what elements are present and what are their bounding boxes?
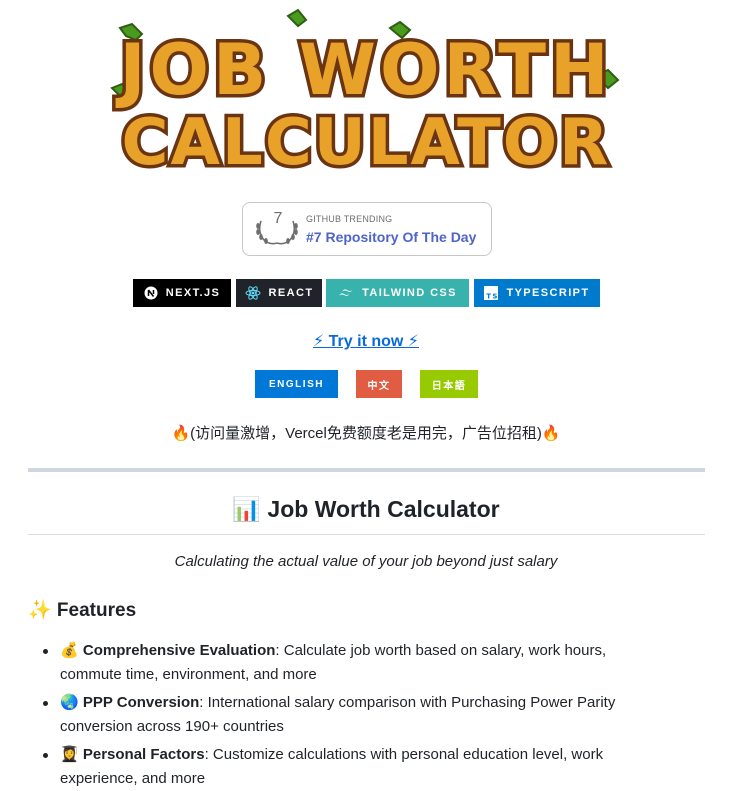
trending-label: GITHUB TRENDING xyxy=(306,214,393,224)
tailwind-badge-label: TAILWIND CSS xyxy=(362,287,457,299)
readme-page: JOB WORTH CALCULATOR 7 GITHUB TRENDING #… xyxy=(0,0,732,790)
feature-title: Personal Factors xyxy=(82,746,205,763)
nextjs-badge-label: NEXT.JS xyxy=(165,287,221,299)
typescript-badge-label: TYPESCRIPT xyxy=(506,287,590,299)
divider xyxy=(28,468,705,472)
heading-underline xyxy=(28,534,705,535)
features-heading: ✨ Features xyxy=(28,600,137,621)
laurel-icon xyxy=(256,220,298,245)
feature-title: Comprehensive Evaluation xyxy=(82,642,276,659)
react-badge-label: REACT xyxy=(268,287,314,299)
typescript-badge[interactable]: TS TYPESCRIPT xyxy=(474,279,600,307)
notice-text: 🔥(访问量激增，Vercel免费额度老是用完，广告位招租)🔥 xyxy=(171,425,561,442)
trending-title: #7 Repository Of The Day xyxy=(306,229,477,245)
page-title: 📊 Job Worth Calculator xyxy=(232,496,500,522)
react-badge[interactable]: REACT xyxy=(236,279,322,307)
logo-line-1: JOB WORTH xyxy=(115,29,612,111)
feature-emoji: 💰 xyxy=(60,642,79,659)
svg-text:TS: TS xyxy=(487,293,499,301)
try-it-now-link[interactable]: ⚡ Try it now ⚡ xyxy=(0,331,732,351)
english-badge[interactable]: ENGLISH xyxy=(255,370,338,398)
logo-line-2: CALCULATOR xyxy=(122,106,611,176)
react-icon xyxy=(245,286,261,300)
chinese-badge[interactable]: 中文 xyxy=(356,370,402,398)
github-trending-badge[interactable]: 7 GITHUB TRENDING #7 Repository Of The D… xyxy=(242,202,492,256)
typescript-icon: TS xyxy=(484,286,499,301)
job-worth-calculator-logo: JOB WORTH CALCULATOR xyxy=(110,8,622,176)
feature-item: 🌏 PPP Conversion: International salary c… xyxy=(43,691,660,739)
tailwind-icon xyxy=(339,289,354,296)
nextjs-icon xyxy=(144,286,158,300)
tailwind-badge[interactable]: TAILWIND CSS xyxy=(326,279,469,307)
feature-emoji: 👩‍🎓 xyxy=(60,746,79,763)
feature-title: PPP Conversion xyxy=(82,694,200,711)
subtitle: Calculating the actual value of your job… xyxy=(174,553,558,570)
japanese-badge[interactable]: 日本語 xyxy=(420,370,478,398)
nextjs-badge[interactable]: NEXT.JS xyxy=(133,279,231,307)
feature-item: 👩‍🎓 Personal Factors: Customize calculat… xyxy=(43,743,660,791)
feature-emoji: 🌏 xyxy=(60,694,79,711)
feature-item: 💰 Comprehensive Evaluation: Calculate jo… xyxy=(43,639,660,687)
